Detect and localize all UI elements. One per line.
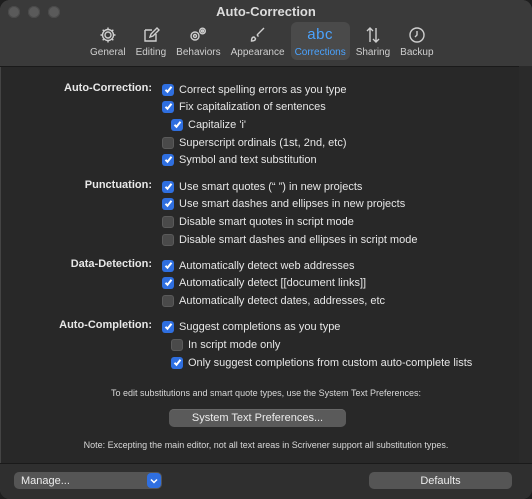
checkbox-label: Superscript ordinals (1st, 2nd, etc) <box>179 136 347 149</box>
checkbox-box[interactable] <box>162 100 174 113</box>
checkbox-suggest-completions[interactable]: Suggest completions as you type <box>162 318 340 335</box>
checkbox-disable-smart-quotes-script[interactable]: Disable smart quotes in script mode <box>162 213 354 230</box>
checkbox-label: Capitalize 'i' <box>188 118 247 131</box>
checkbox-label: Suggest completions as you type <box>179 320 341 333</box>
checkbox-correct-spelling[interactable]: Correct spelling errors as you type <box>162 81 347 98</box>
checkbox-label: Automatically detect dates, addresses, e… <box>179 294 386 307</box>
checkbox-box[interactable] <box>162 83 174 96</box>
checkbox-label: Disable smart quotes in script mode <box>179 215 354 228</box>
window-title: Auto-Correction <box>216 4 316 19</box>
checkbox-label: Automatically detect [[document links]] <box>179 276 367 289</box>
abc-icon: abc <box>307 26 333 43</box>
preferences-window: Auto-Correction General Editing Behavior… <box>0 0 532 499</box>
checkbox-label: Symbol and text substitution <box>179 153 317 166</box>
checkbox-disable-smart-dashes-script[interactable]: Disable smart dashes and ellipses in scr… <box>162 231 417 248</box>
checkbox-box[interactable] <box>171 356 183 369</box>
section-label-autocorrection: Auto-Correction: <box>64 82 152 94</box>
system-text-preferences-button[interactable]: System Text Preferences... <box>169 409 346 427</box>
section-label-punctuation: Punctuation: <box>84 179 152 191</box>
arrows-up-down-icon <box>361 25 385 45</box>
checkbox-box[interactable] <box>162 259 174 272</box>
tab-general[interactable]: General <box>86 22 130 60</box>
section-label-autocompletion: Auto-Completion: <box>59 319 152 331</box>
checkbox-superscript-ordinals[interactable]: Superscript ordinals (1st, 2nd, etc) <box>162 134 347 151</box>
checkbox-box[interactable] <box>162 180 174 193</box>
preferences-toolbar: General Editing Behaviors Appearance abc… <box>86 22 438 64</box>
tab-sharing-label: Sharing <box>355 47 391 58</box>
checkbox-smart-quotes-new[interactable]: Use smart quotes (“ ”) in new projects <box>162 178 362 195</box>
checkbox-capitalize-i[interactable]: Capitalize 'i' <box>171 116 246 133</box>
tab-backup[interactable]: Backup <box>396 22 437 60</box>
checkbox-box[interactable] <box>162 197 174 210</box>
clock-arrow-icon <box>405 25 429 45</box>
checkbox-box[interactable] <box>162 294 174 307</box>
defaults-button[interactable]: Defaults <box>369 472 512 489</box>
checkbox-label: In script mode only <box>188 338 281 351</box>
checkbox-box[interactable] <box>162 215 174 228</box>
tab-behaviors[interactable]: Behaviors <box>172 22 224 60</box>
tab-editing-label: Editing <box>135 47 167 58</box>
edit-substitutions-text: To edit substitutions and smart quote ty… <box>111 388 421 398</box>
right-edge-strip <box>519 66 532 463</box>
checkbox-script-mode-only[interactable]: In script mode only <box>171 336 280 353</box>
checkbox-detect-web-addresses[interactable]: Automatically detect web addresses <box>162 257 354 274</box>
checkbox-detect-document-links[interactable]: Automatically detect [[document links]] <box>162 274 366 291</box>
checkbox-box[interactable] <box>162 233 174 246</box>
tab-corrections-label: Corrections <box>294 47 346 58</box>
tab-behaviors-label: Behaviors <box>176 47 221 58</box>
pencil-square-icon <box>139 25 163 45</box>
checkbox-label: Fix capitalization of sentences <box>179 100 326 113</box>
checkbox-label: Use smart quotes (“ ”) in new projects <box>179 180 363 193</box>
manage-label: Manage... <box>21 474 70 487</box>
checkbox-box[interactable] <box>162 153 174 166</box>
manage-popup-button[interactable]: Manage... <box>14 472 162 489</box>
checkbox-custom-lists-only[interactable]: Only suggest completions from custom aut… <box>171 354 472 371</box>
checkbox-label: Only suggest completions from custom aut… <box>188 356 473 369</box>
checkbox-box[interactable] <box>162 320 174 333</box>
checkbox-box[interactable] <box>162 136 174 149</box>
gears-icon <box>186 25 210 45</box>
tab-corrections[interactable]: abc Corrections <box>290 22 350 60</box>
tab-appearance-label: Appearance <box>230 47 285 58</box>
tab-editing[interactable]: Editing <box>132 22 171 60</box>
checkbox-label: Automatically detect web addresses <box>179 259 355 272</box>
section-label-datadetection: Data-Detection: <box>70 258 152 270</box>
gear-icon <box>96 25 120 45</box>
substitution-note: Note: Excepting the main editor, not all… <box>83 440 449 450</box>
checkbox-label: Correct spelling errors as you type <box>179 83 347 96</box>
checkbox-symbol-substitution[interactable]: Symbol and text substitution <box>162 151 317 168</box>
checkbox-box[interactable] <box>162 276 174 289</box>
checkbox-box[interactable] <box>171 118 183 131</box>
tab-general-label: General <box>90 47 126 58</box>
checkbox-label: Disable smart dashes and ellipses in scr… <box>179 233 418 246</box>
paintbrush-icon <box>246 25 270 45</box>
checkbox-detect-dates[interactable]: Automatically detect dates, addresses, e… <box>162 292 385 309</box>
checkbox-label: Use smart dashes and ellipses in new pro… <box>179 197 406 210</box>
tab-sharing[interactable]: Sharing <box>352 22 394 60</box>
footer-bar: Manage... Defaults <box>0 463 532 499</box>
tab-backup-label: Backup <box>400 47 434 58</box>
checkbox-fix-capitalization[interactable]: Fix capitalization of sentences <box>162 98 326 115</box>
checkbox-smart-dashes-new[interactable]: Use smart dashes and ellipses in new pro… <box>162 195 405 212</box>
checkbox-box[interactable] <box>171 338 183 351</box>
tab-appearance[interactable]: Appearance <box>227 22 289 60</box>
chevron-down-icon <box>147 473 161 488</box>
title-bar: Auto-Correction General Editing Behavior… <box>0 0 532 67</box>
